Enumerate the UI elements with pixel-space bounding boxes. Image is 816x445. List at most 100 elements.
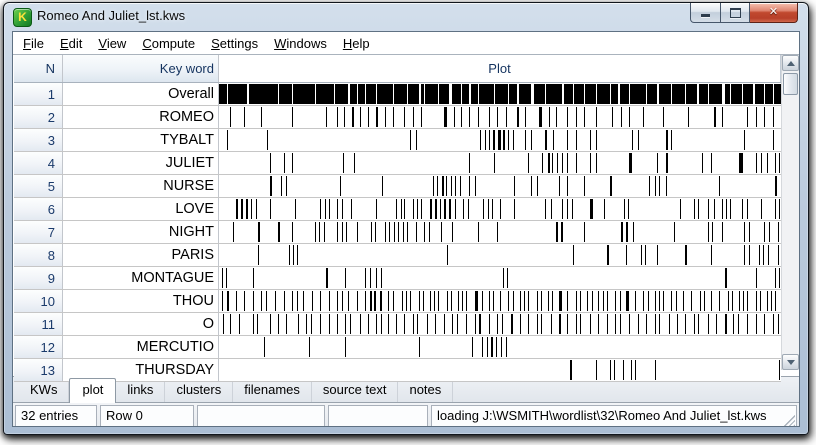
- table-row[interactable]: 12MERCUTIO: [14, 336, 781, 359]
- table-row[interactable]: 1Overall: [14, 83, 781, 106]
- arrow-up-icon: [787, 61, 795, 66]
- keyword-cell[interactable]: TYBALT: [63, 129, 219, 151]
- plot-line: [236, 291, 237, 311]
- table-row[interactable]: 11O: [14, 313, 781, 336]
- column-header-keyword[interactable]: Key word: [63, 55, 219, 82]
- plot-line: [761, 153, 762, 173]
- keyword-cell[interactable]: PARIS: [63, 244, 219, 266]
- keyword-cell[interactable]: NURSE: [63, 175, 219, 197]
- scroll-up-button[interactable]: [782, 55, 799, 71]
- plot-line: [253, 314, 254, 334]
- plot-cell[interactable]: [219, 313, 781, 335]
- plot-line: [315, 84, 316, 104]
- tab-notes[interactable]: notes: [398, 379, 453, 402]
- plot-line: [270, 176, 272, 196]
- table-row[interactable]: 5NURSE: [14, 175, 781, 198]
- menu-windows[interactable]: Windows: [266, 34, 335, 53]
- plot-line: [694, 314, 695, 334]
- maximize-button[interactable]: [721, 3, 750, 23]
- plot-cell[interactable]: [219, 290, 781, 312]
- plot-line: [573, 84, 574, 104]
- table-row[interactable]: 13THURSDAY: [14, 359, 781, 382]
- plot-line: [548, 153, 550, 173]
- tab-kws[interactable]: KWs: [19, 379, 69, 402]
- menu-file[interactable]: File: [15, 34, 52, 53]
- menu-settings[interactable]: Settings: [203, 34, 266, 53]
- plot-line: [413, 199, 414, 219]
- plot-line: [779, 199, 780, 219]
- table-row[interactable]: 3TYBALT: [14, 129, 781, 152]
- status-bar: 32 entriesRow 0loading J:\WSMITH\wordlis…: [13, 402, 799, 427]
- table-row[interactable]: 8PARIS: [14, 244, 781, 267]
- plot-line: [342, 222, 343, 242]
- resize-grip[interactable]: [783, 415, 795, 427]
- tab-links[interactable]: links: [116, 379, 165, 402]
- plot-cell[interactable]: [219, 267, 781, 289]
- table-row[interactable]: 10THOU: [14, 290, 781, 313]
- plot-cell[interactable]: [219, 336, 781, 358]
- vertical-scrollbar[interactable]: [781, 55, 799, 370]
- plot-line: [388, 314, 389, 334]
- scrollbar-thumb[interactable]: [783, 73, 798, 95]
- keyword-cell[interactable]: JULIET: [63, 152, 219, 174]
- plot-line: [700, 291, 701, 311]
- plot-cell[interactable]: [219, 221, 781, 243]
- plot-line: [382, 176, 383, 196]
- plot-line: [590, 153, 591, 173]
- scroll-down-button[interactable]: [782, 354, 799, 370]
- keyword-cell[interactable]: O: [63, 313, 219, 335]
- keyword-cell[interactable]: NIGHT: [63, 221, 219, 243]
- column-header-n[interactable]: N: [14, 55, 63, 82]
- plot-line: [698, 199, 699, 219]
- plot-line: [430, 199, 432, 219]
- column-header-plot[interactable]: Plot: [219, 55, 781, 82]
- window-title: Romeo And Juliet_lst.kws: [37, 3, 185, 30]
- menu-help[interactable]: Help: [335, 34, 378, 53]
- minimize-button[interactable]: [690, 3, 721, 23]
- keyword-cell[interactable]: Overall: [63, 83, 219, 105]
- plot-line: [320, 291, 321, 311]
- plot-cell[interactable]: [219, 106, 781, 128]
- menu-edit[interactable]: Edit: [52, 34, 90, 53]
- plot-line: [258, 245, 259, 265]
- row-number: 2: [14, 106, 63, 128]
- plot-line: [747, 314, 748, 334]
- table-row[interactable]: 4JULIET: [14, 152, 781, 175]
- plot-cell[interactable]: [219, 83, 781, 105]
- plot-cell[interactable]: [219, 198, 781, 220]
- keyword-cell[interactable]: MONTAGUE: [63, 267, 219, 289]
- tab-plot[interactable]: plot: [69, 378, 116, 403]
- plot-cell[interactable]: [219, 175, 781, 197]
- plot-line: [733, 314, 734, 334]
- plot-line: [493, 291, 494, 311]
- close-button[interactable]: ✕: [750, 3, 798, 23]
- plot-cell[interactable]: [219, 359, 781, 381]
- tab-filenames[interactable]: filenames: [233, 379, 312, 402]
- tab-source-text[interactable]: source text: [312, 379, 399, 402]
- plot-cell[interactable]: [219, 244, 781, 266]
- plot-cell[interactable]: [219, 152, 781, 174]
- keyword-cell[interactable]: LOVE: [63, 198, 219, 220]
- keyword-cell[interactable]: ROMEO: [63, 106, 219, 128]
- plot-line: [621, 107, 622, 127]
- menu-compute[interactable]: Compute: [134, 34, 203, 53]
- keyword-cell[interactable]: THOU: [63, 290, 219, 312]
- plot-line: [629, 84, 630, 104]
- plot-line: [576, 107, 577, 127]
- tab-clusters[interactable]: clusters: [165, 379, 233, 402]
- table-row[interactable]: 9MONTAGUE: [14, 267, 781, 290]
- table-row[interactable]: 7NIGHT: [14, 221, 781, 244]
- plot-line: [685, 245, 687, 265]
- table-row[interactable]: 2ROMEO: [14, 106, 781, 129]
- table-row[interactable]: 6LOVE: [14, 198, 781, 221]
- title-bar[interactable]: K Romeo And Juliet_lst.kws ✕: [4, 3, 808, 30]
- keyword-cell[interactable]: MERCUTIO: [63, 336, 219, 358]
- plot-line: [298, 314, 299, 334]
- plot-line: [462, 291, 463, 311]
- plot-line: [671, 84, 672, 104]
- plot-line: [236, 199, 238, 219]
- menu-view[interactable]: View: [90, 34, 134, 53]
- plot-cell[interactable]: [219, 129, 781, 151]
- plot-line: [730, 84, 731, 104]
- plot-line: [576, 130, 577, 150]
